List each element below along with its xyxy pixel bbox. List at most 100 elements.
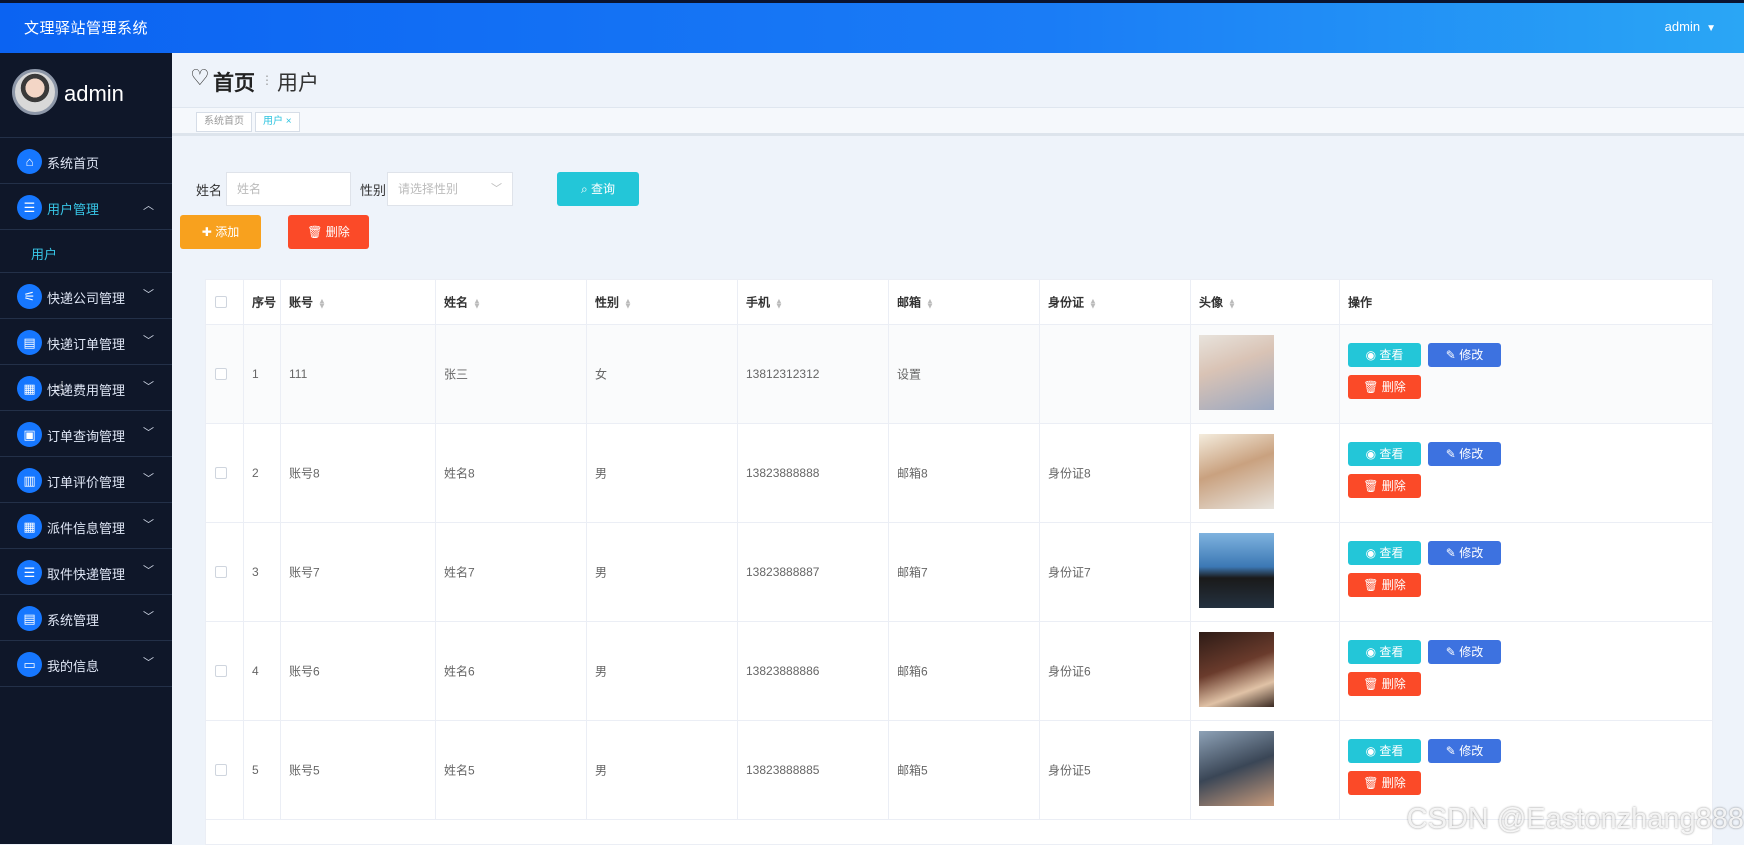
trash-icon: 🗑: [1363, 578, 1378, 592]
sidebar-item-6[interactable]: ▥订单评价管理﹀: [0, 457, 172, 503]
query-button[interactable]: ⌕ 查询: [557, 172, 639, 206]
name-input[interactable]: 姓名: [226, 172, 351, 206]
view-button-label: 查看: [1379, 744, 1403, 758]
row-delete-button[interactable]: 🗑 删除: [1348, 474, 1421, 498]
column-header[interactable]: 头像 ▲▼: [1191, 280, 1340, 324]
add-button[interactable]: ✚ 添加: [180, 215, 261, 249]
sidebar-item-4[interactable]: ▦快递费用管理﹀: [0, 365, 172, 411]
sort-icon[interactable]: ▲▼: [1089, 298, 1097, 308]
row-delete-button[interactable]: 🗑 删除: [1348, 375, 1421, 399]
row-checkbox[interactable]: [215, 368, 227, 380]
sidebar-item-5[interactable]: ▣ 订单查询管理 ﹀: [0, 411, 172, 457]
delete-button-label: 删除: [326, 225, 350, 239]
column-header[interactable]: 邮箱▲▼: [889, 280, 1040, 324]
view-button[interactable]: ◉ 查看: [1348, 442, 1421, 466]
view-button[interactable]: ◉ 查看: [1348, 343, 1421, 367]
cell-text: 身份证8: [1048, 465, 1091, 482]
avatar: [12, 69, 58, 115]
sort-icon[interactable]: ▲▼: [775, 298, 783, 308]
edit-button[interactable]: ✎ 修改: [1428, 739, 1501, 763]
tags-bar: 系统首页 用户 ×: [172, 108, 1744, 136]
row-checkbox[interactable]: [215, 665, 227, 677]
home-icon: ⌂: [17, 149, 42, 174]
chevron-down-icon: ﹀: [143, 654, 154, 670]
user-menu[interactable]: admin▼: [1665, 19, 1716, 34]
chevron-down-icon: ﹀: [143, 608, 154, 624]
view-button[interactable]: ◉ 查看: [1348, 541, 1421, 565]
row-checkbox[interactable]: [215, 467, 227, 479]
delete-button[interactable]: 🗑 删除: [288, 215, 369, 249]
sort-icon[interactable]: ▲▼: [1228, 298, 1236, 308]
sidebar-item-label: 取件快递管理: [47, 564, 125, 583]
sidebar-item-10[interactable]: ▭我的信息﹀: [0, 641, 172, 687]
row-delete-button[interactable]: 🗑 删除: [1348, 771, 1421, 795]
cell-name: 张三: [436, 325, 587, 423]
sidebar-item-2[interactable]: ⚟快递公司管理﹀: [0, 273, 172, 319]
column-header[interactable]: 性别▲▼: [587, 280, 738, 324]
pencil-icon: ✎: [1446, 645, 1456, 659]
pencil-icon: ✎: [1446, 447, 1456, 461]
close-icon[interactable]: ×: [286, 116, 292, 127]
sort-icon[interactable]: ▲▼: [624, 298, 632, 308]
trash-icon: 🗑: [307, 225, 322, 239]
column-header[interactable]: 账号▲▼: [281, 280, 436, 324]
name-input-placeholder: 姓名: [237, 182, 261, 196]
edit-button[interactable]: ✎ 修改: [1428, 640, 1501, 664]
column-header[interactable]: 姓名▲▼: [436, 280, 587, 324]
profile: admin: [0, 53, 172, 138]
user-photo: [1199, 533, 1274, 608]
sidebar-item-label: 订单查询管理: [47, 426, 125, 445]
cell-avatar: [1191, 523, 1340, 621]
gender-filter-label: 性别: [360, 180, 386, 199]
main-content: ♡ 首页 ⋮ 用户 系统首页 用户 × 姓名 姓名 性别 请选择性别﹀ ⌕ 查询…: [172, 53, 1744, 844]
trash-icon: 🗑: [1363, 776, 1378, 790]
view-button[interactable]: ◉ 查看: [1348, 640, 1421, 664]
cell-text: 账号8: [289, 465, 320, 482]
sidebar-item-3[interactable]: ▤快递订单管理﹀: [0, 319, 172, 365]
edit-button[interactable]: ✎ 修改: [1428, 442, 1501, 466]
cell-id_card: 身份证7: [1040, 523, 1191, 621]
sidebar-item-8[interactable]: ☰取件快递管理﹀: [0, 549, 172, 595]
cell-gender: 男: [587, 523, 738, 621]
cell-text: 邮箱8: [897, 465, 928, 482]
row-checkbox[interactable]: [215, 764, 227, 776]
column-header-label: 头像: [1199, 296, 1223, 310]
cell-text: 身份证7: [1048, 564, 1091, 581]
cell-actions: ◉ 查看 ✎ 修改 🗑 删除: [1340, 622, 1713, 720]
tag-home[interactable]: 系统首页: [196, 112, 252, 132]
breadcrumb-home[interactable]: 首页: [213, 67, 255, 97]
sidebar-subitem-user[interactable]: 用户: [0, 230, 172, 273]
edit-button-label: 修改: [1459, 447, 1483, 461]
select-all-checkbox[interactable]: [215, 296, 227, 308]
gender-select-placeholder: 请选择性别: [398, 182, 458, 196]
cell-email: 邮箱5: [889, 721, 1040, 819]
cell-id_card: 身份证6: [1040, 622, 1191, 720]
sidebar-item-7[interactable]: ▦派件信息管理﹀: [0, 503, 172, 549]
cell-account: 账号6: [281, 622, 436, 720]
gender-select[interactable]: 请选择性别﹀: [387, 172, 513, 206]
row-checkbox[interactable]: [215, 566, 227, 578]
sidebar-item-0[interactable]: ⌂系统首页: [0, 138, 172, 184]
sort-icon[interactable]: ▲▼: [473, 298, 481, 308]
cell-text: 男: [595, 564, 607, 581]
edit-button[interactable]: ✎ 修改: [1428, 541, 1501, 565]
cell-text: 女: [595, 366, 607, 383]
row-checkbox-cell: [206, 622, 244, 720]
column-header[interactable]: 手机▲▼: [738, 280, 889, 324]
row-delete-button[interactable]: 🗑 删除: [1348, 672, 1421, 696]
view-button[interactable]: ◉ 查看: [1348, 739, 1421, 763]
sidebar-item-9[interactable]: ▤系统管理﹀: [0, 595, 172, 641]
cell-no: 3: [244, 523, 281, 621]
cell-id_card: 身份证5: [1040, 721, 1191, 819]
sort-icon[interactable]: ▲▼: [926, 298, 934, 308]
sort-icon[interactable]: ▲▼: [318, 298, 326, 308]
edit-button[interactable]: ✎ 修改: [1428, 343, 1501, 367]
cell-email: 设置: [889, 325, 1040, 423]
briefcase-icon: ▣: [17, 422, 42, 447]
tag-user[interactable]: 用户 ×: [255, 112, 300, 132]
sidebar-item-1[interactable]: ☰用户管理︿: [0, 184, 172, 230]
cell-no: 1: [244, 325, 281, 423]
row-delete-button[interactable]: 🗑 删除: [1348, 573, 1421, 597]
column-header[interactable]: 身份证▲▼: [1040, 280, 1191, 324]
chevron-down-icon: ﹀: [143, 424, 154, 440]
